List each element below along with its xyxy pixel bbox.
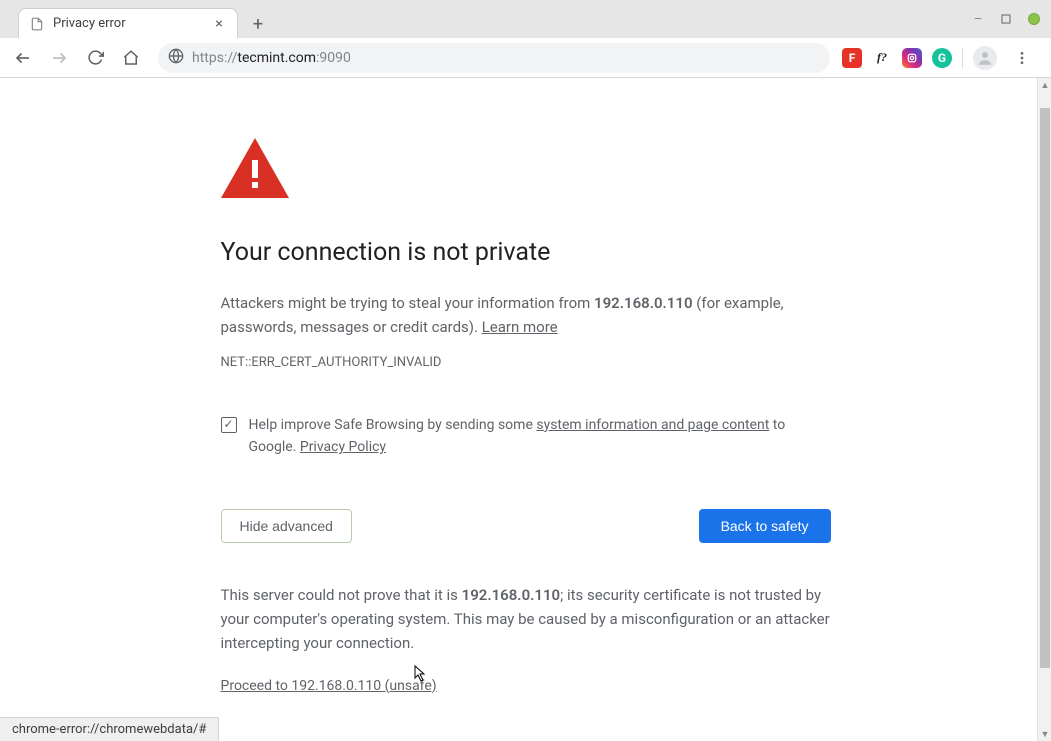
font-extension-icon[interactable]: f? <box>872 48 892 68</box>
scrollbar-thumb[interactable] <box>1040 108 1050 668</box>
advanced-detail: This server could not prove that it is 1… <box>221 583 831 655</box>
window-close-icon[interactable] <box>1027 12 1041 26</box>
proceed-unsafe-link[interactable]: Proceed to 192.168.0.110 (unsafe) <box>221 675 437 697</box>
tab-close-icon[interactable]: × <box>211 16 227 32</box>
warning-paragraph: Attackers might be trying to steal your … <box>221 291 831 339</box>
back-button[interactable] <box>8 43 38 73</box>
maximize-icon[interactable] <box>999 12 1013 26</box>
page-icon <box>29 16 45 32</box>
toolbar-divider <box>962 48 963 68</box>
scroll-down-icon[interactable]: ▼ <box>1038 727 1051 741</box>
tab-strip: Privacy error × + – <box>0 8 1051 38</box>
grammarly-extension-icon[interactable]: G <box>932 48 952 68</box>
status-bar: chrome-error://chromewebdata/# <box>0 717 219 741</box>
learn-more-link[interactable]: Learn more <box>482 318 558 336</box>
reload-button[interactable] <box>80 43 110 73</box>
back-to-safety-button[interactable]: Back to safety <box>699 509 831 543</box>
system-info-link[interactable]: system information and page content <box>536 417 769 433</box>
hide-advanced-button[interactable]: Hide advanced <box>221 509 352 543</box>
home-button[interactable] <box>116 43 146 73</box>
minimize-icon[interactable]: – <box>971 12 985 26</box>
site-info-icon[interactable] <box>168 48 184 68</box>
privacy-policy-link[interactable]: Privacy Policy <box>300 439 386 455</box>
address-bar[interactable]: https://tecmint.com:9090 <box>158 43 830 73</box>
browser-tab[interactable]: Privacy error × <box>18 8 238 38</box>
new-tab-button[interactable]: + <box>244 10 272 38</box>
error-code: NET::ERR_CERT_AUTHORITY_INVALID <box>221 353 831 374</box>
warning-triangle-icon <box>221 138 831 205</box>
flipboard-extension-icon[interactable]: F <box>842 48 862 68</box>
url-text: https://tecmint.com:9090 <box>192 50 820 66</box>
tab-title: Privacy error <box>53 16 211 31</box>
vertical-scrollbar[interactable]: ▲ ▼ <box>1037 78 1051 741</box>
instagram-extension-icon[interactable] <box>902 48 922 68</box>
browser-toolbar: https://tecmint.com:9090 F f? G <box>0 38 1051 78</box>
page-title: Your connection is not private <box>221 233 831 273</box>
page-content: ▲ ▼ Your connection is not private Attac… <box>0 78 1051 741</box>
safe-browsing-checkbox[interactable]: ✓ <box>221 417 237 433</box>
menu-button[interactable] <box>1007 43 1037 73</box>
forward-button[interactable] <box>44 43 74 73</box>
profile-avatar[interactable] <box>973 46 997 70</box>
checkbox-label: Help improve Safe Browsing by sending so… <box>249 414 831 459</box>
scroll-up-icon[interactable]: ▲ <box>1038 78 1051 92</box>
